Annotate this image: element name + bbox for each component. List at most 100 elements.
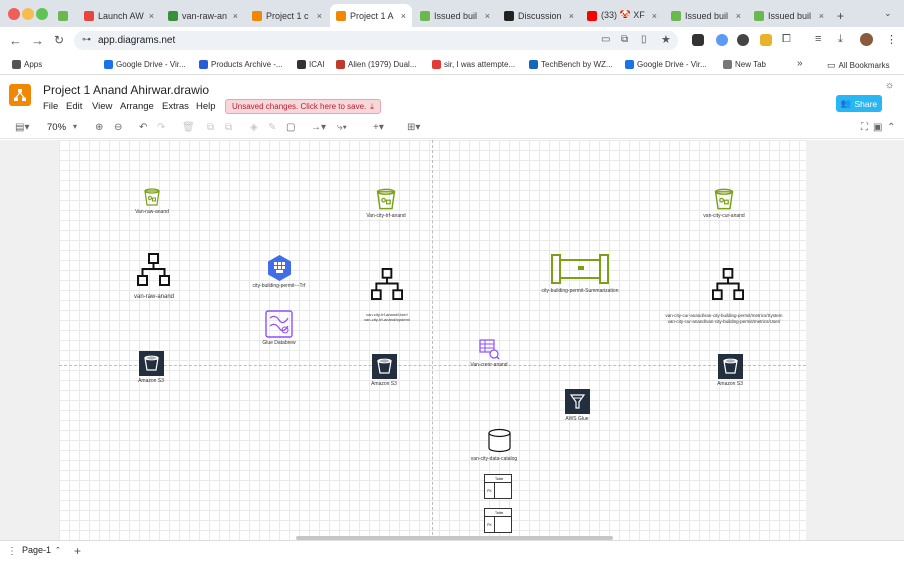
tab-pinned[interactable] [52,4,80,27]
extensions-puzzle-icon[interactable]: ⧠ [782,33,791,46]
browser-tab[interactable]: Issued buil × [665,4,747,27]
to-back-icon[interactable]: ⧉ [225,122,232,133]
hierarchy-label[interactable]: van-city-trf-anand/system/ [364,317,410,322]
close-tab-icon[interactable]: × [485,11,490,21]
shadow-icon[interactable]: ▢ [286,122,295,133]
extension-icon[interactable] [692,34,704,46]
bucket-label[interactable]: van-city-cur-anand [703,213,744,219]
menu-help[interactable]: Help [196,101,216,112]
zoom-in-icon[interactable]: ⊕ [95,122,103,133]
crawler-label[interactable]: Van-crenr-anand [470,362,507,368]
extension-icon[interactable] [716,34,728,46]
amazon-s3-icon[interactable] [139,351,164,376]
bookmark-item[interactable]: sir, I was attempte... [432,60,515,69]
menu-arrange[interactable]: Arrange [120,101,154,112]
table-shape[interactable]: Table PK [484,508,512,533]
close-tab-icon[interactable]: × [569,11,574,21]
zoom-select[interactable]: 70% [47,122,66,133]
browser-tab[interactable]: Launch AW × [78,4,160,27]
summarization-job-icon[interactable] [551,253,609,285]
cast-icon[interactable]: ▭ [601,34,610,45]
catalog-label[interactable]: van-city-data-catalog [471,456,517,462]
browser-menu-icon[interactable]: ⋮ [886,33,897,46]
site-info-icon[interactable]: ⊶ [82,34,91,45]
menu-file[interactable]: File [43,101,58,112]
bookmark-item[interactable]: Products Archive -... [199,60,283,69]
folder-hierarchy-icon[interactable] [371,268,403,300]
collapse-icon[interactable]: ⌃ [887,122,895,133]
bookmark-item[interactable]: New Tab [723,60,766,69]
profile-avatar[interactable] [860,33,873,46]
format-panel-icon[interactable]: ▤▾ [15,122,29,133]
glue-job-icon[interactable] [266,254,293,282]
browser-tab[interactable]: Issued buil × [748,4,830,27]
browser-tab[interactable]: van-raw-an × [162,4,244,27]
fullscreen-icon[interactable]: ⛶ [861,122,868,133]
forward-button[interactable]: → [31,33,44,48]
close-tab-icon[interactable]: × [736,11,741,21]
page-tab[interactable]: Page-1 ⌃ [22,545,61,555]
aws-glue-label[interactable]: AWS Glue [565,416,588,422]
more-bookmarks-button[interactable]: » [797,58,803,69]
folder-hierarchy-icon[interactable] [712,268,744,300]
format-toggle-icon[interactable]: ▣ [873,122,882,133]
glue-databrew-icon[interactable] [265,310,293,338]
hierarchy-label[interactable]: van-city-cur-anand/van-city-building-per… [665,313,782,318]
s3-bucket-icon[interactable] [143,187,161,207]
close-tab-icon[interactable]: × [401,11,406,21]
minimize-window-button[interactable] [22,8,34,20]
bookmark-item[interactable]: ICAI [297,60,325,69]
new-tab-button[interactable]: + [831,4,847,27]
waypoints-icon[interactable]: ⤷▾ [337,122,347,133]
url-field[interactable]: ⊶ app.diagrams.net [74,31,678,50]
s3-label[interactable]: Amazon S3 [138,378,164,384]
delete-icon[interactable]: 🗑 [182,122,195,133]
maximize-window-button[interactable] [36,8,48,20]
zoom-out-icon[interactable]: ⊖ [114,122,122,133]
menu-extras[interactable]: Extras [162,101,189,112]
folder-hierarchy-icon[interactable] [137,253,170,286]
browser-tab[interactable]: Project 1 A × [330,4,412,27]
bookmark-item[interactable]: Google Drive - Vir... [104,60,186,69]
hierarchy-label[interactable]: van-raw-anand [134,294,174,300]
extension-icon[interactable] [760,34,772,46]
close-tab-icon[interactable]: × [819,11,824,21]
amazon-s3-icon[interactable] [718,354,743,379]
connection-icon[interactable]: →▾ [311,122,326,133]
redo-icon[interactable]: ↷ [157,122,165,133]
menu-view[interactable]: View [92,101,112,112]
to-front-icon[interactable]: ⧉ [207,122,214,133]
s3-bucket-icon[interactable] [375,187,397,211]
menu-edit[interactable]: Edit [66,101,82,112]
bookmark-item[interactable]: Apps [12,60,42,69]
close-tab-icon[interactable]: × [233,11,238,21]
pages-menu-icon[interactable]: ⋮ [7,546,17,557]
bookmark-item[interactable]: Alien (1979) Dual... [336,60,416,69]
bookmark-item[interactable]: TechBench by WZ... [529,60,613,69]
databrew-label[interactable]: Glue Databrew [262,340,295,346]
extension-icon[interactable] [737,34,749,46]
s3-label[interactable]: Amazon S3 [371,381,397,387]
bookmark-star-icon[interactable]: ★ [661,33,671,46]
table-shape[interactable]: Table PK [484,474,512,499]
close-tab-icon[interactable]: × [149,11,154,21]
share-button[interactable]: 👥 Share [836,95,882,112]
tab-search-chevron-icon[interactable]: ⌄ [884,8,892,19]
bookmark-item[interactable]: Google Drive - Vir... [625,60,707,69]
reload-button[interactable]: ↻ [54,33,64,47]
insert-icon[interactable]: +▾ [373,122,384,133]
glue-job-label[interactable]: city-building-permit---Trf [253,283,306,289]
back-button[interactable]: ← [9,33,22,48]
close-window-button[interactable] [8,8,20,20]
theme-icon[interactable]: ☼ [885,80,894,91]
glue-crawler-icon[interactable] [479,339,500,360]
hierarchy-label[interactable]: van-city-cur-anand/van-city-building-per… [668,319,781,324]
download-icon[interactable]: ⤓ [838,33,843,46]
reading-list-icon[interactable]: ≡ [815,33,821,45]
undo-icon[interactable]: ↶ [139,122,147,133]
all-bookmarks-button[interactable]: ▭ All Bookmarks [827,60,890,71]
summarization-label[interactable]: city-building-permit-Summarization [542,288,619,294]
file-title[interactable]: Project 1 Anand Ahirwar.drawio [43,83,209,97]
zoom-dropdown-icon[interactable]: ▾ [73,122,77,131]
data-catalog-database-icon[interactable] [487,428,512,453]
